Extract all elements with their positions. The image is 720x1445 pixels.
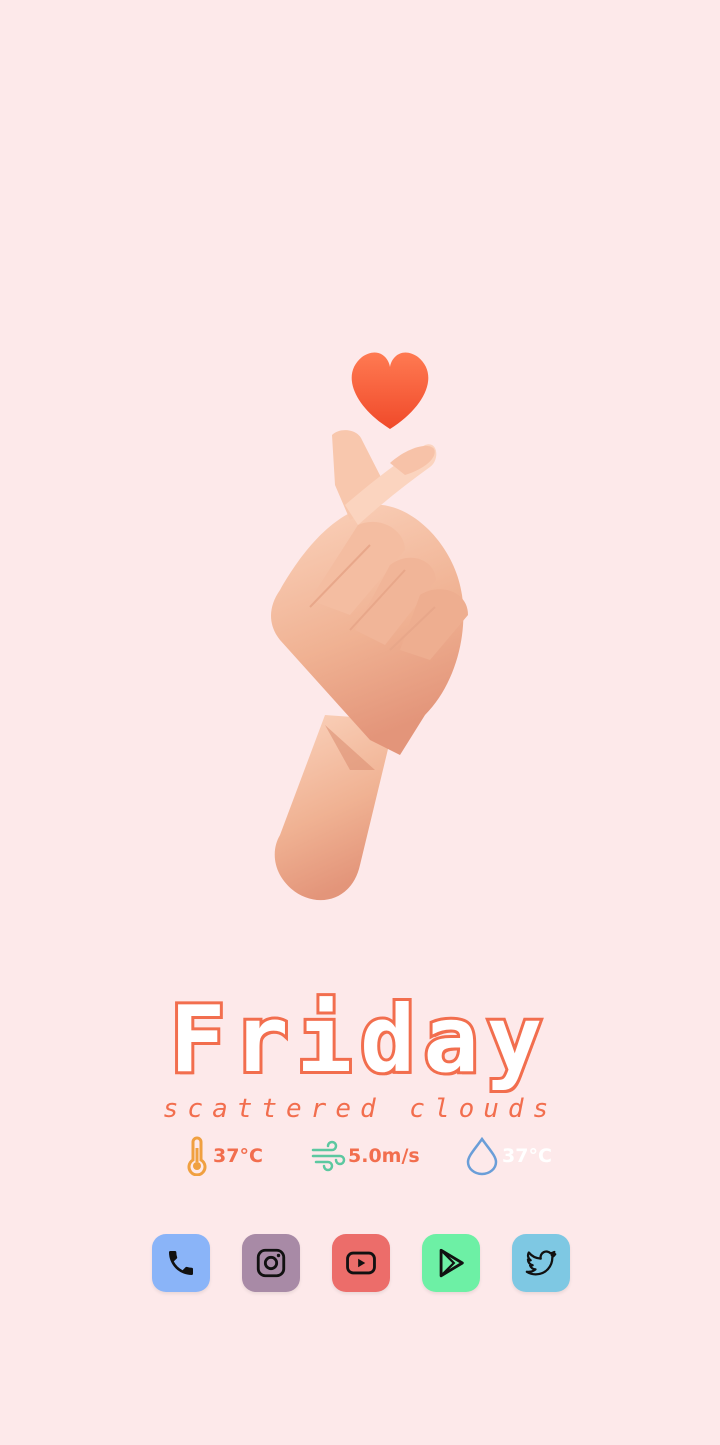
temperature-value: 37°C [213,1145,263,1167]
twitter-app-button[interactable] [512,1234,570,1292]
heart-icon [351,352,429,429]
humidity-value: 37°C [502,1145,552,1167]
day-of-week-label: Friday [167,986,551,1093]
wind-stat: 5.0m/s [310,1134,420,1178]
twitter-icon [525,1250,557,1276]
instagram-app-button[interactable] [242,1234,300,1292]
phone-app-button[interactable] [152,1234,210,1292]
youtube-app-button[interactable] [332,1234,390,1292]
temperature-stat: 37°C [183,1134,263,1178]
play-store-app-button[interactable] [422,1234,480,1292]
phone-icon [169,1251,193,1275]
wind-speed-value: 5.0m/s [348,1145,420,1167]
water-drop-icon [466,1136,498,1176]
app-dock [0,1234,720,1292]
play-store-icon [439,1248,464,1278]
youtube-icon [346,1251,376,1275]
wind-icon [311,1140,346,1172]
thermometer-icon [187,1136,207,1176]
instagram-icon [256,1248,286,1278]
humidity-stat: 37°C [464,1134,552,1178]
finger-heart-illustration [271,352,468,901]
weather-condition-label: scattered clouds [162,1094,558,1124]
weather-stats-row: 37°C 5.0m/s 37°C [0,1134,720,1178]
